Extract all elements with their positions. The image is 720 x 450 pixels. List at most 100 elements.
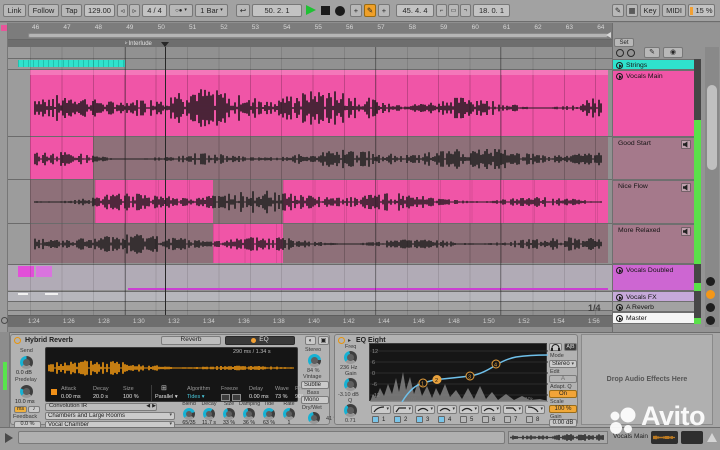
eq-graph[interactable]: 12 6 0 -6 -12 100 1k 10k 1 2 3 4 bbox=[369, 343, 548, 402]
automation-mode-button[interactable] bbox=[616, 49, 624, 57]
fold-icon[interactable] bbox=[616, 315, 623, 322]
eq-band-4[interactable]: ▾ 4 bbox=[437, 405, 457, 424]
round-button-active[interactable] bbox=[706, 290, 715, 299]
ir-category-dropdown[interactable]: Chambers and Large Rooms ▾ bbox=[45, 412, 175, 420]
audition-button[interactable] bbox=[549, 343, 562, 351]
set-button[interactable]: Set bbox=[614, 38, 634, 47]
clip-vocals-doubled[interactable] bbox=[18, 266, 34, 277]
record-button[interactable] bbox=[335, 6, 345, 16]
draw-mode-button[interactable]: ✎ bbox=[612, 4, 624, 17]
midi-map-button[interactable]: MIDI bbox=[662, 4, 686, 17]
band-enable-checkbox[interactable] bbox=[372, 416, 379, 423]
attack-value[interactable]: 0.00 ms bbox=[61, 394, 81, 401]
edit-ab-button[interactable]: A bbox=[549, 375, 577, 383]
attack-toggle-icon[interactable] bbox=[51, 389, 57, 395]
track-header-a-reverb[interactable]: A Reverb bbox=[612, 301, 695, 312]
filter-shape-dropdown[interactable]: ▾ bbox=[415, 405, 435, 414]
wave-value[interactable]: 73 % bbox=[275, 394, 288, 401]
freeze-out-button[interactable] bbox=[232, 394, 241, 401]
tab-reverb[interactable]: Reverb bbox=[161, 336, 221, 345]
nudge-down-button[interactable]: ◃ bbox=[117, 4, 128, 17]
time-ruler[interactable]: 1:24 1:26 1:28 1:30 1:32 1:34 1:36 1:38 1:40 1:42… bbox=[8, 315, 612, 327]
eq-band-3[interactable]: ▾ 3 bbox=[415, 405, 435, 424]
eq-band-6[interactable]: ▾ 6 bbox=[481, 405, 501, 424]
sync-note-toggle[interactable]: ♪ bbox=[28, 406, 40, 413]
stereo-knob[interactable] bbox=[308, 354, 321, 367]
band-enable-checkbox[interactable] bbox=[460, 416, 467, 423]
clip-strings[interactable] bbox=[18, 60, 125, 67]
metronome-button[interactable]: ○● ▾ bbox=[169, 4, 193, 17]
size-value[interactable]: 100 % bbox=[123, 394, 139, 401]
eq-eight-device[interactable]: ▸ EQ Eight Freq 236 Hz Gain -3.10 dB Q 0… bbox=[334, 334, 578, 427]
back-to-arrangement-button[interactable]: ↩ bbox=[236, 4, 250, 17]
speaker-icon[interactable] bbox=[681, 140, 691, 149]
track-header-strings[interactable]: Strings bbox=[612, 59, 695, 70]
decay-value[interactable]: 20.0 s bbox=[93, 394, 108, 401]
drop-audio-effects-zone[interactable]: Drop Audio Effects Here bbox=[581, 334, 713, 425]
capture-midi-button[interactable]: + bbox=[378, 4, 390, 17]
round-button[interactable] bbox=[706, 303, 715, 312]
preview-play-icon[interactable] bbox=[5, 433, 13, 443]
fold-icon[interactable] bbox=[616, 73, 623, 80]
nudge-up-button[interactable]: ▹ bbox=[129, 4, 140, 17]
overdub-button[interactable]: + bbox=[350, 4, 362, 17]
take-lane-header-good-start[interactable]: Good Start bbox=[612, 137, 695, 180]
midi-event[interactable] bbox=[45, 293, 58, 295]
fold-icon[interactable] bbox=[616, 294, 623, 301]
scale-slider[interactable]: 100 % bbox=[549, 405, 577, 413]
loop-switch-button[interactable]: ▭ bbox=[448, 4, 459, 17]
filter-shape-dropdown[interactable]: ▾ bbox=[437, 405, 457, 414]
filter-shape-dropdown[interactable]: ▾ bbox=[503, 405, 523, 414]
loop-brace-end-icon[interactable] bbox=[606, 32, 611, 38]
predelay-value[interactable]: 10.0 ms bbox=[15, 399, 35, 406]
automation-line[interactable] bbox=[128, 288, 608, 290]
adapt-q-button[interactable]: On bbox=[549, 390, 577, 398]
arrangement-position-field[interactable]: 50. 2. 1 bbox=[252, 4, 302, 17]
band-enable-checkbox[interactable] bbox=[482, 416, 489, 423]
tempo-field[interactable]: 129.00 bbox=[84, 4, 115, 17]
filter-shape-dropdown[interactable]: ▾ bbox=[393, 405, 413, 414]
band-enable-checkbox[interactable] bbox=[416, 416, 423, 423]
link-button[interactable]: Link bbox=[3, 4, 26, 17]
stop-button[interactable] bbox=[321, 6, 330, 15]
automation-arm-button[interactable]: ✎ bbox=[364, 4, 376, 17]
next-ir-icon[interactable]: ▶ bbox=[152, 404, 156, 409]
output-gain-field[interactable]: 0.00 dB bbox=[549, 419, 577, 427]
band-enable-checkbox[interactable] bbox=[526, 416, 533, 423]
drywet-knob[interactable] bbox=[308, 412, 320, 424]
io-view-button[interactable]: ◉ bbox=[663, 47, 683, 58]
round-button[interactable] bbox=[706, 316, 715, 325]
loop-brace[interactable] bbox=[28, 33, 608, 38]
loop-length-field[interactable]: 18. 0. 1 bbox=[473, 4, 510, 17]
prev-ir-icon[interactable]: ◀ bbox=[146, 404, 150, 409]
take-lane-header-more-relaxed[interactable]: More Relaxed bbox=[612, 224, 695, 264]
fold-icon[interactable] bbox=[616, 62, 623, 69]
play-button[interactable] bbox=[306, 5, 318, 17]
band-enable-checkbox[interactable] bbox=[504, 416, 511, 423]
filter-shape-dropdown[interactable]: ▾ bbox=[481, 405, 501, 414]
locator-lane[interactable]: ▹ Interlude bbox=[8, 40, 612, 47]
hybrid-reverb-device[interactable]: Hybrid Reverb Reverb EQ ◐ ▣ Send 0.0 dB … bbox=[10, 334, 339, 429]
knob-blend[interactable]: Blend 65/35 bbox=[179, 401, 199, 426]
key-map-button[interactable]: Key bbox=[640, 4, 660, 17]
mixer-toggle-icon[interactable] bbox=[1, 317, 8, 324]
knob-tide[interactable]: Tide 63 % bbox=[259, 401, 279, 426]
round-button[interactable] bbox=[706, 277, 715, 286]
eq-band-5[interactable]: ▾ 5 bbox=[459, 405, 479, 424]
knob-damping[interactable]: Damping 36 % bbox=[239, 401, 260, 426]
ms-toggle[interactable]: ms bbox=[14, 406, 27, 413]
track-header-vocals-doubled[interactable]: Vocals Doubled bbox=[612, 264, 695, 291]
punch-in-button[interactable]: ⌐ bbox=[436, 4, 447, 17]
band-enable-checkbox[interactable] bbox=[438, 416, 445, 423]
delay-value[interactable]: 0.00 ms bbox=[249, 394, 269, 401]
fold-icon[interactable] bbox=[616, 304, 623, 311]
beat-time-ruler[interactable]: 46 47 48 49 50 51 52 53 54 55 56 57 58 59 60 61 62 63 64 bbox=[8, 23, 612, 40]
pencil-tool-button[interactable]: ✎ bbox=[644, 47, 660, 58]
playhead[interactable] bbox=[165, 47, 166, 315]
send-knob[interactable] bbox=[20, 356, 33, 369]
band-enable-checkbox[interactable] bbox=[394, 416, 401, 423]
filter-shape-dropdown[interactable]: ▾ bbox=[371, 405, 391, 414]
filter-shape-dropdown[interactable]: ▾ bbox=[459, 405, 479, 414]
tap-tempo-button[interactable]: Tap bbox=[61, 4, 82, 17]
filter-shape-dropdown[interactable]: ▾ bbox=[525, 405, 545, 414]
